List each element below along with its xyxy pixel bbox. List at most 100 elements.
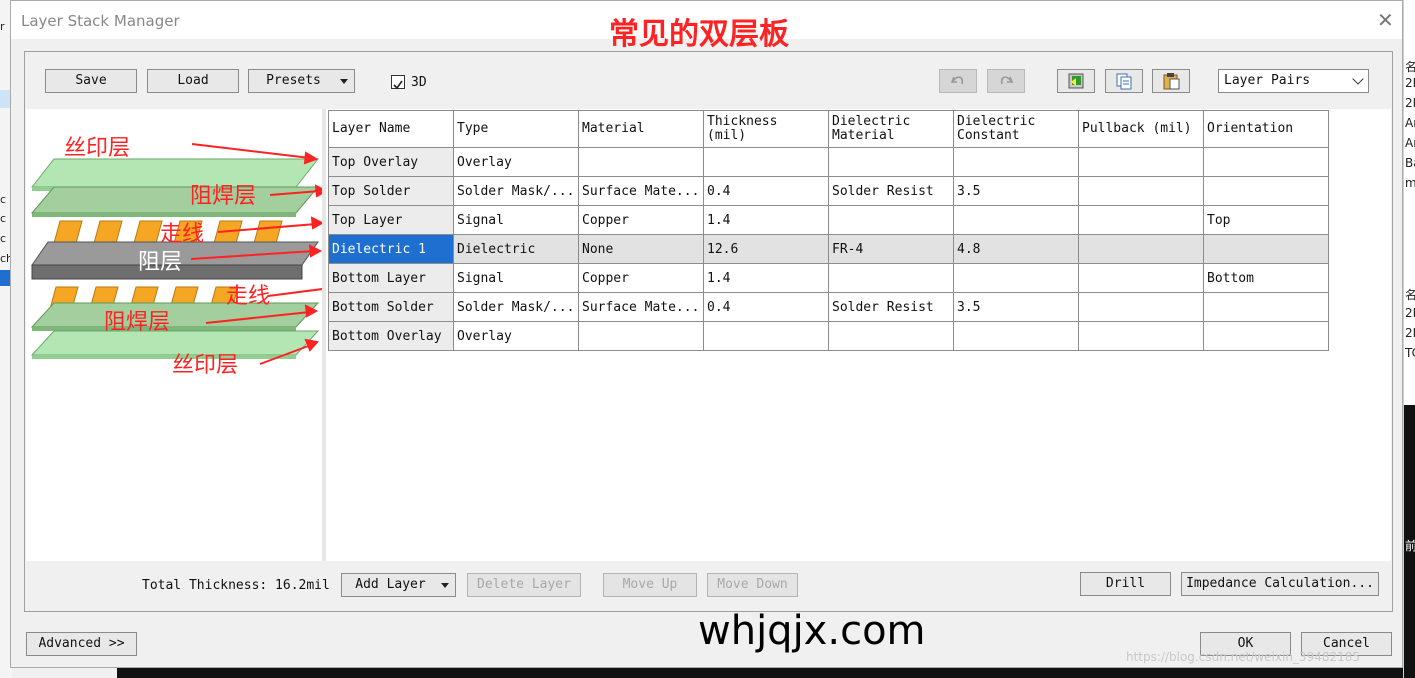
table-cell[interactable]: 0.4	[703, 176, 829, 206]
table-cell[interactable]	[1203, 234, 1329, 264]
save-button[interactable]: Save	[45, 69, 137, 93]
table-row[interactable]: Top Solder Solder Mask/... Surface Mate...…	[328, 176, 1329, 206]
column-header[interactable]: Thickness (mil)	[703, 110, 829, 148]
presets-dropdown-button[interactable]: Presets	[248, 69, 355, 93]
bg-fragment: TC	[1405, 346, 1415, 360]
table-cell[interactable]: Surface Mate...	[578, 292, 704, 322]
move-down-button[interactable]: Move Down	[707, 573, 798, 597]
table-cell[interactable]	[1203, 147, 1329, 177]
layer-name-cell[interactable]: Bottom Layer	[328, 263, 454, 293]
table-row[interactable]: Bottom Layer Signal Copper 1.4 Bottom	[328, 263, 1329, 293]
add-layer-label: Add Layer	[355, 577, 426, 592]
table-cell[interactable]	[1203, 321, 1329, 351]
table-cell[interactable]: FR-4	[828, 234, 954, 264]
column-header[interactable]: Orientation	[1203, 110, 1329, 148]
layer-name-cell[interactable]: Top Solder	[328, 176, 454, 206]
table-cell[interactable]	[1078, 263, 1204, 293]
table-cell[interactable]	[1078, 147, 1204, 177]
table-cell[interactable]: 3.5	[953, 292, 1079, 322]
table-cell[interactable]: Solder Mask/...	[453, 176, 579, 206]
table-cell[interactable]: Overlay	[453, 321, 579, 351]
table-cell[interactable]: Bottom	[1203, 263, 1329, 293]
layer-name-cell[interactable]: Top Overlay	[328, 147, 454, 177]
table-cell[interactable]: Solder Mask/...	[453, 292, 579, 322]
table-cell[interactable]: Top	[1203, 205, 1329, 235]
close-icon[interactable]: ✕	[1377, 8, 1394, 32]
layer-name-cell[interactable]: Top Layer	[328, 205, 454, 235]
table-cell[interactable]: Signal	[453, 205, 579, 235]
layer-name-cell[interactable]: Bottom Solder	[328, 292, 454, 322]
table-cell[interactable]	[578, 147, 704, 177]
column-header-text: Thickness	[707, 114, 778, 129]
column-header[interactable]: Type	[453, 110, 579, 148]
load-button[interactable]: Load	[147, 69, 239, 93]
table-cell[interactable]	[828, 205, 954, 235]
table-cell[interactable]	[1203, 292, 1329, 322]
column-header-text: (mil)	[707, 128, 747, 143]
table-cell[interactable]	[1078, 321, 1204, 351]
bg-fragment: 名	[1405, 286, 1415, 303]
table-cell[interactable]: None	[578, 234, 704, 264]
bg-fragment: 前	[1405, 537, 1415, 554]
table-cell[interactable]: 12.6	[703, 234, 829, 264]
top-solder-edge	[32, 213, 296, 217]
table-row[interactable]: Bottom Overlay Overlay	[328, 321, 1329, 351]
show-3d-checkbox[interactable]	[391, 75, 405, 90]
column-header[interactable]: Material	[578, 110, 704, 148]
table-row[interactable]: Top Layer Signal Copper 1.4 Top	[328, 205, 1329, 235]
table-cell[interactable]: 1.4	[703, 205, 829, 235]
table-cell[interactable]: Copper	[578, 205, 704, 235]
panel-divider[interactable]	[322, 109, 326, 561]
table-cell[interactable]	[1203, 176, 1329, 206]
table-row[interactable]: Dielectric 1 Dielectric None 12.6 FR-4 4.8	[328, 234, 1329, 264]
table-cell[interactable]: Signal	[453, 263, 579, 293]
view-mode-select[interactable]: Layer Pairs	[1218, 69, 1369, 93]
column-header[interactable]: Dielectric Constant	[953, 110, 1079, 148]
table-cell[interactable]: Copper	[578, 263, 704, 293]
redo-button[interactable]	[987, 69, 1025, 93]
paste-button[interactable]	[1152, 69, 1190, 93]
drill-button[interactable]: Drill	[1080, 572, 1171, 596]
table-cell[interactable]	[828, 147, 954, 177]
table-cell[interactable]: 3.5	[953, 176, 1079, 206]
column-header[interactable]: Dielectric Material	[828, 110, 954, 148]
add-layer-dropdown-button[interactable]: Add Layer	[341, 573, 456, 597]
table-cell[interactable]: Overlay	[453, 147, 579, 177]
table-cell[interactable]: Surface Mate...	[578, 176, 704, 206]
table-cell[interactable]: 1.4	[703, 263, 829, 293]
table-cell[interactable]	[953, 321, 1079, 351]
layer-name-cell[interactable]: Bottom Overlay	[328, 321, 454, 351]
table-cell[interactable]	[953, 205, 1079, 235]
table-cell[interactable]: Solder Resist	[828, 292, 954, 322]
table-cell[interactable]	[703, 321, 829, 351]
table-cell[interactable]	[1078, 205, 1204, 235]
background-window-right: 名 2M 2M Ar Ar Ba m 名 2M 2M TC 前	[1403, 0, 1415, 678]
table-cell[interactable]	[578, 321, 704, 351]
table-cell[interactable]: Dielectric	[453, 234, 579, 264]
copy-button[interactable]	[1105, 69, 1143, 93]
move-up-button[interactable]: Move Up	[603, 573, 697, 597]
table-cell[interactable]: Solder Resist	[828, 176, 954, 206]
table-cell[interactable]	[1078, 234, 1204, 264]
undo-button[interactable]	[939, 69, 977, 93]
table-row[interactable]: Top Overlay Overlay	[328, 147, 1329, 177]
delete-layer-button[interactable]: Delete Layer	[467, 573, 581, 597]
table-cell[interactable]	[1078, 176, 1204, 206]
show-3d-label: 3D	[411, 75, 427, 90]
layer-name-cell[interactable]: Dielectric 1	[328, 234, 454, 264]
impedance-calculation-button[interactable]: Impedance Calculation...	[1181, 572, 1379, 596]
table-cell[interactable]	[703, 147, 829, 177]
table-row[interactable]: Bottom Solder Solder Mask/... Surface Mate…	[328, 292, 1329, 322]
table-cell[interactable]	[828, 321, 954, 351]
table-cell[interactable]	[953, 263, 1079, 293]
label-dielectric: 阻层	[138, 250, 182, 275]
table-cell[interactable]	[1078, 292, 1204, 322]
table-cell[interactable]: 4.8	[953, 234, 1079, 264]
table-cell[interactable]	[828, 263, 954, 293]
import-button[interactable]	[1057, 69, 1095, 93]
table-cell[interactable]: 0.4	[703, 292, 829, 322]
column-header[interactable]: Pullback (mil)	[1078, 110, 1204, 148]
advanced-button[interactable]: Advanced >>	[26, 632, 137, 656]
table-cell[interactable]	[953, 147, 1079, 177]
column-header[interactable]: Layer Name	[328, 110, 454, 148]
